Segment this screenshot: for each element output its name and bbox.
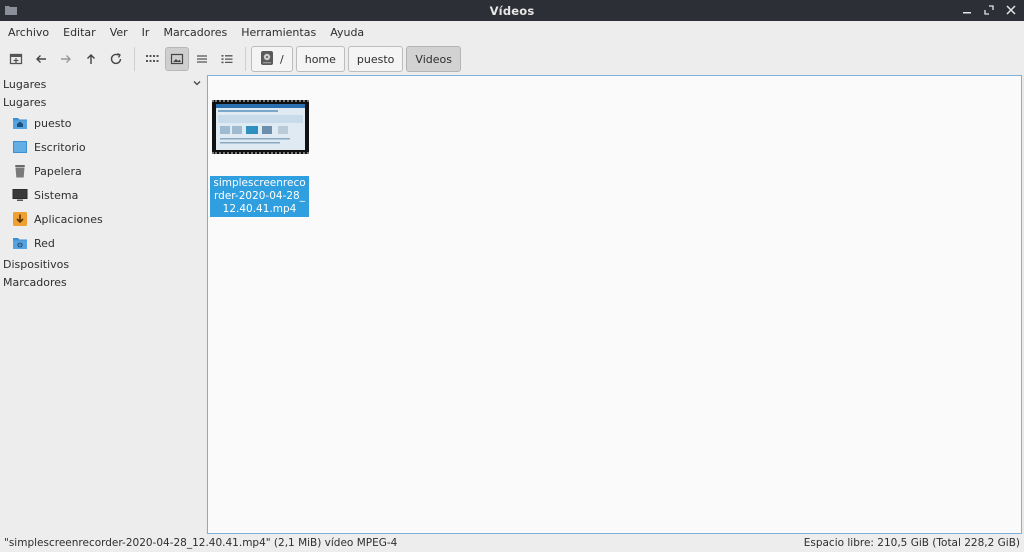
sidebar-header-label: Lugares [3,77,47,91]
new-tab-button[interactable] [4,47,28,71]
breadcrumb-home[interactable]: home [295,46,345,72]
home-folder-icon [12,115,28,131]
status-bar: "simplescreenrecorder-2020-04-28_12.40.4… [0,534,1024,552]
reload-button[interactable] [104,47,128,71]
toolbar: / home puesto Videos [0,43,1024,75]
status-selection-info: "simplescreenrecorder-2020-04-28_12.40.4… [4,537,398,549]
folder-icon [5,4,17,16]
breadcrumb-label: / [280,52,284,66]
view-thumbnails-button[interactable] [165,47,189,71]
video-thumbnail [212,100,309,154]
menu-archivo[interactable]: Archivo [4,26,53,39]
toolbar-separator [245,47,246,71]
menu-ir[interactable]: Ir [138,26,154,39]
view-compact-button[interactable] [190,47,214,71]
file-view[interactable]: simplescreenrecorder-2020-04-28_12.40.41… [207,75,1022,534]
menu-marcadores[interactable]: Marcadores [159,26,231,39]
sidebar-item-aplicaciones[interactable]: Aplicaciones [0,207,206,231]
window-title: Vídeos [489,3,535,18]
menu-bar: Archivo Editar Ver Ir Marcadores Herrami… [0,21,1024,43]
menu-editar[interactable]: Editar [59,26,100,39]
sidebar-item-puesto[interactable]: puesto [0,111,206,135]
video-thumbnail-preview [216,104,305,150]
system-monitor-icon [12,187,28,203]
desktop-icon [12,139,28,155]
sidebar-section-devices[interactable]: Dispositivos [0,255,206,273]
sidebar-item-label: Sistema [34,188,79,202]
file-item[interactable]: simplescreenrecorder-2020-04-28_12.40.41… [210,100,310,217]
applications-icon [12,211,28,227]
breadcrumb-root[interactable]: / [251,46,293,72]
network-folder-icon [12,235,28,251]
file-name-label: simplescreenrecorder-2020-04-28_12.40.41… [210,176,309,217]
sidebar-item-label: Escritorio [34,140,86,154]
menu-ayuda[interactable]: Ayuda [326,26,368,39]
toolbar-separator [134,47,135,71]
sidebar-item-label: puesto [34,116,72,130]
status-free-space: Espacio libre: 210,5 GiB (Total 228,2 Gi… [803,537,1020,549]
sidebar-item-red[interactable]: Red [0,231,206,255]
sidebar-item-sistema[interactable]: Sistema [0,183,206,207]
title-bar: Vídeos [0,0,1024,21]
minimize-icon[interactable] [960,3,974,17]
chevron-down-icon [192,78,202,91]
maximize-icon[interactable] [982,3,996,17]
breadcrumb-puesto[interactable]: puesto [347,46,404,72]
back-button[interactable] [29,47,53,71]
sidebar-section-bookmarks[interactable]: Marcadores [0,273,206,291]
close-icon[interactable] [1004,3,1018,17]
up-button[interactable] [79,47,103,71]
sidebar-item-papelera[interactable]: Papelera [0,159,206,183]
breadcrumb-videos[interactable]: Videos [406,46,461,72]
disk-icon [260,50,274,69]
menu-herramientas[interactable]: Herramientas [237,26,320,39]
sidebar-item-label: Aplicaciones [34,212,103,226]
sidebar-item-label: Papelera [34,164,82,178]
view-list-button[interactable] [215,47,239,71]
sidebar-section-places[interactable]: Lugares [0,93,206,111]
sidebar-places-selector[interactable]: Lugares [0,75,206,93]
sidebar-item-escritorio[interactable]: Escritorio [0,135,206,159]
sidebar: Lugares Lugares puesto Escritorio Papele… [0,75,206,534]
trash-icon [12,163,28,179]
menu-ver[interactable]: Ver [106,26,132,39]
forward-button[interactable] [54,47,78,71]
sidebar-item-label: Red [34,236,55,250]
view-icons-button[interactable] [140,47,164,71]
